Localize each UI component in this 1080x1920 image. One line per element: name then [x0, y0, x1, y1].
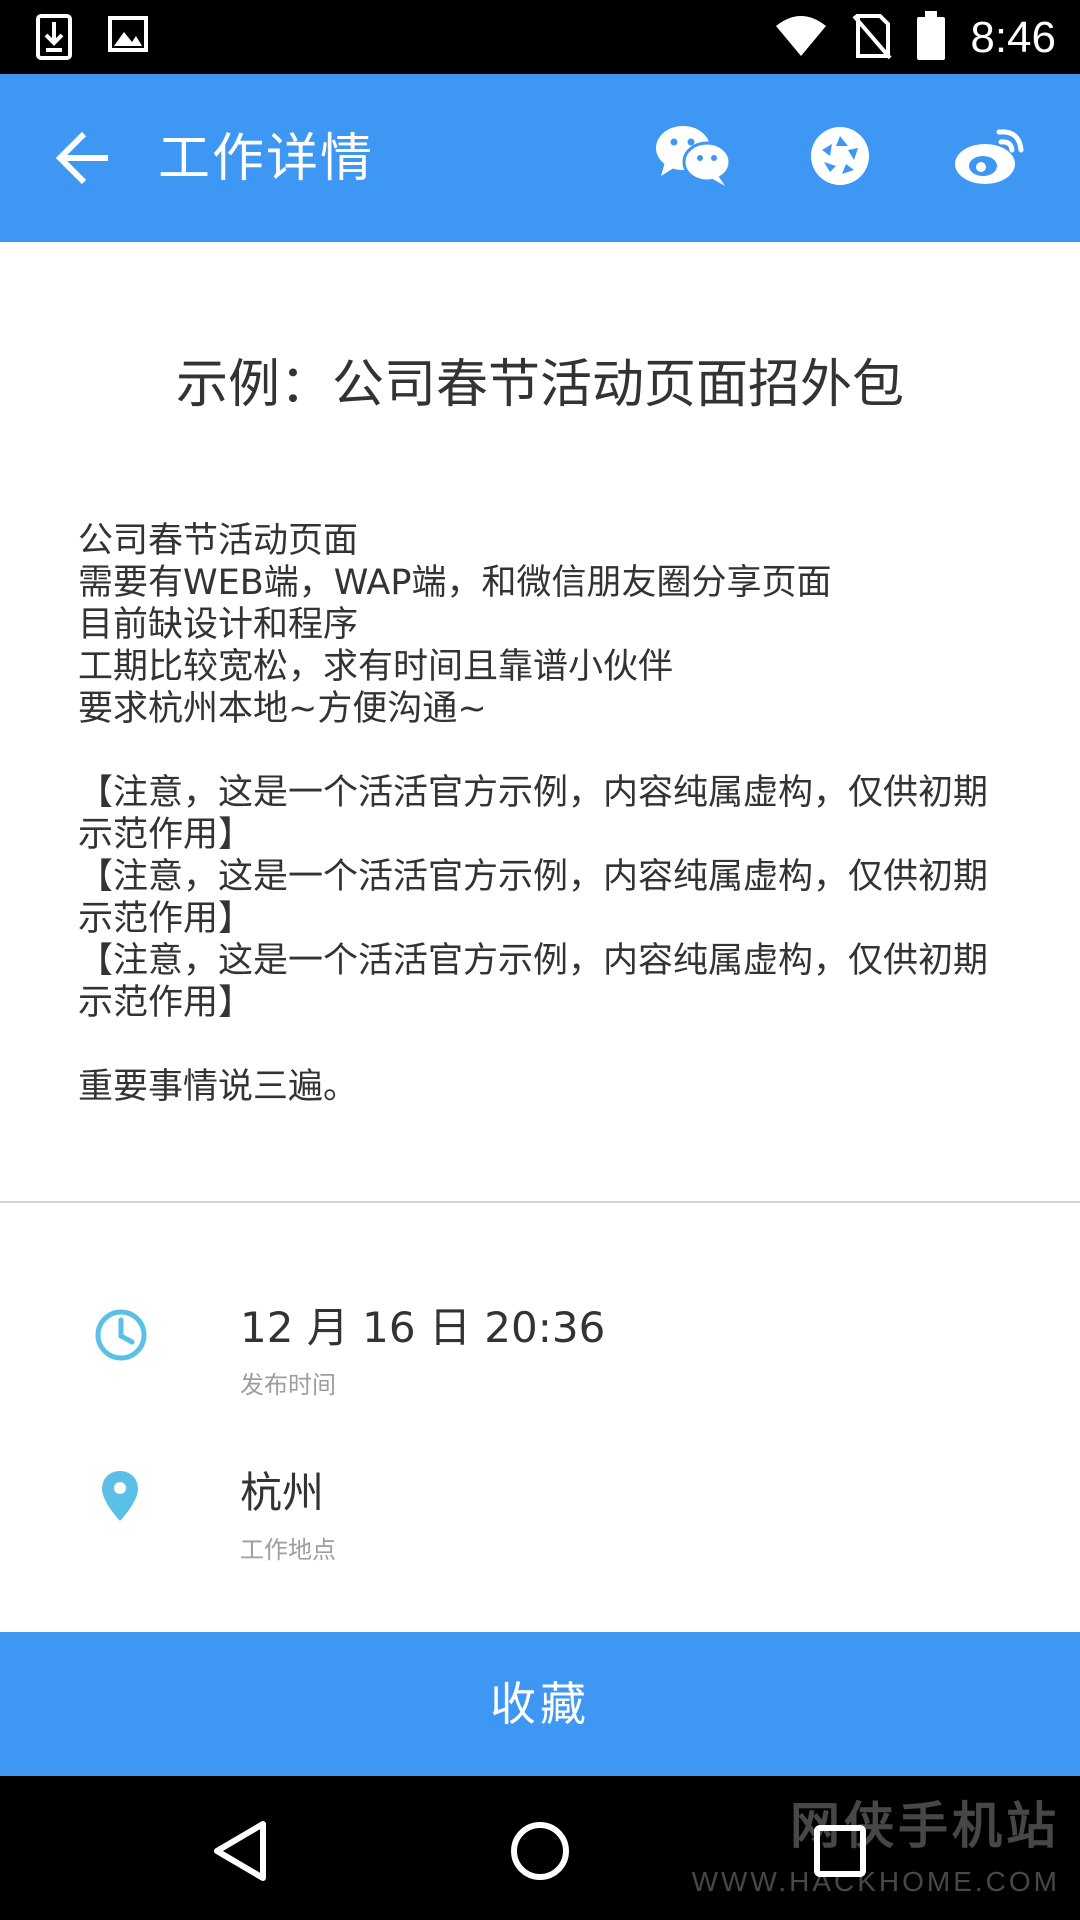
location-row: 杭州 工作地点 — [0, 1465, 1080, 1585]
arrow-left-icon — [52, 131, 122, 194]
status-time: 8:46 — [970, 13, 1056, 62]
share-weibo-button[interactable] — [946, 118, 1032, 198]
clock-icon — [94, 1308, 148, 1362]
job-description: 公司春节活动页面 需要有WEB端，WAP端，和微信朋友圈分享页面 目前缺设计和程… — [78, 521, 989, 1107]
favorite-button[interactable]: 收藏 — [0, 1632, 1080, 1776]
share-moments-button[interactable] — [797, 118, 883, 198]
wechat-icon — [655, 124, 732, 192]
status-bar: 8:46 — [0, 0, 1080, 74]
publish-time-label: 发布时间 — [240, 1371, 336, 1399]
nav-home-button[interactable] — [505, 1816, 575, 1886]
job-title: 示例：公司春节活动页面招外包 — [175, 355, 904, 415]
nav-recents-button[interactable] — [805, 1816, 875, 1886]
wifi-icon — [774, 14, 828, 62]
navigation-bar — [0, 1776, 1080, 1920]
divider — [0, 1201, 1080, 1203]
download-icon — [36, 14, 72, 64]
weibo-icon — [953, 126, 1025, 190]
moments-icon — [808, 124, 872, 192]
recents-square-icon — [805, 1825, 875, 1890]
location-pin-icon — [100, 1469, 154, 1523]
page-title: 工作详情 — [158, 129, 375, 189]
publish-time-row: 12 月 16 日 20:36 发布时间 — [0, 1300, 1080, 1420]
publish-time-value: 12 月 16 日 20:36 — [240, 1303, 606, 1352]
location-value: 杭州 — [240, 1468, 325, 1517]
back-triangle-icon — [205, 1821, 275, 1890]
nav-back-button[interactable] — [205, 1816, 275, 1886]
share-wechat-button[interactable] — [650, 118, 736, 198]
location-label: 工作地点 — [240, 1536, 336, 1564]
image-icon — [108, 14, 148, 64]
no-sim-icon — [852, 12, 892, 64]
back-button[interactable] — [52, 126, 122, 190]
battery-icon — [916, 11, 946, 65]
home-circle-icon — [505, 1822, 575, 1890]
app-bar: 工作详情 — [0, 74, 1080, 242]
